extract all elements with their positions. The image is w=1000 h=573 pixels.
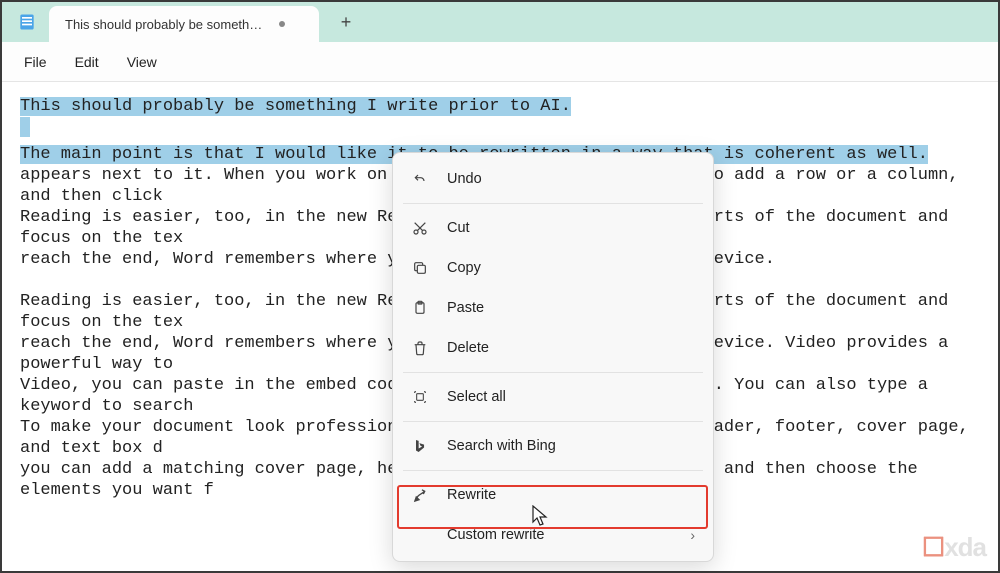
tab-title: This should probably be something xyxy=(65,17,265,32)
menu-file[interactable]: File xyxy=(10,48,61,76)
blank-icon xyxy=(411,526,429,544)
new-tab-button[interactable]: + xyxy=(331,7,361,37)
menu-edit[interactable]: Edit xyxy=(61,48,113,76)
chevron-right-icon: › xyxy=(690,527,695,543)
menubar: File Edit View xyxy=(2,42,998,82)
ctx-paste-label: Paste xyxy=(447,300,484,316)
menu-view[interactable]: View xyxy=(113,48,171,76)
ctx-copy-label: Copy xyxy=(447,260,481,276)
ctx-select-all[interactable]: Select all xyxy=(393,377,713,417)
select-all-icon xyxy=(411,388,429,406)
ctx-custom-rewrite-label: Custom rewrite xyxy=(447,527,545,543)
ctx-undo-label: Undo xyxy=(447,171,482,187)
ctx-undo[interactable]: Undo xyxy=(393,159,713,199)
ctx-rewrite[interactable]: Rewrite xyxy=(393,475,713,515)
tab-active[interactable]: This should probably be something xyxy=(49,6,319,42)
plus-icon: + xyxy=(341,12,352,33)
cut-icon xyxy=(411,219,429,237)
ctx-delete-label: Delete xyxy=(447,340,489,356)
context-menu: Undo Cut Copy Paste Delete Select all xyxy=(392,152,714,562)
ctx-copy[interactable]: Copy xyxy=(393,248,713,288)
undo-icon xyxy=(411,170,429,188)
unsaved-indicator-icon xyxy=(279,21,285,27)
ctx-rewrite-label: Rewrite xyxy=(447,487,496,503)
titlebar: This should probably be something + xyxy=(2,2,998,42)
ctx-cut[interactable]: Cut xyxy=(393,208,713,248)
ctx-paste[interactable]: Paste xyxy=(393,288,713,328)
selected-text-line1: This should probably be something I writ… xyxy=(20,97,571,116)
ctx-cut-label: Cut xyxy=(447,220,470,236)
copy-icon xyxy=(411,259,429,277)
rewrite-icon xyxy=(411,486,429,504)
separator xyxy=(403,421,703,422)
bing-icon xyxy=(411,437,429,455)
watermark-text: xda xyxy=(944,532,986,562)
separator xyxy=(403,203,703,204)
delete-icon xyxy=(411,339,429,357)
ctx-search-bing[interactable]: Search with Bing xyxy=(393,426,713,466)
notepad-app-icon xyxy=(17,12,37,32)
ctx-search-bing-label: Search with Bing xyxy=(447,438,556,454)
separator xyxy=(403,372,703,373)
ctx-delete[interactable]: Delete xyxy=(393,328,713,368)
paste-icon xyxy=(411,299,429,317)
watermark: ☐xda xyxy=(922,532,986,563)
ctx-custom-rewrite[interactable]: Custom rewrite › xyxy=(393,515,713,555)
ctx-select-all-label: Select all xyxy=(447,389,506,405)
separator xyxy=(403,470,703,471)
